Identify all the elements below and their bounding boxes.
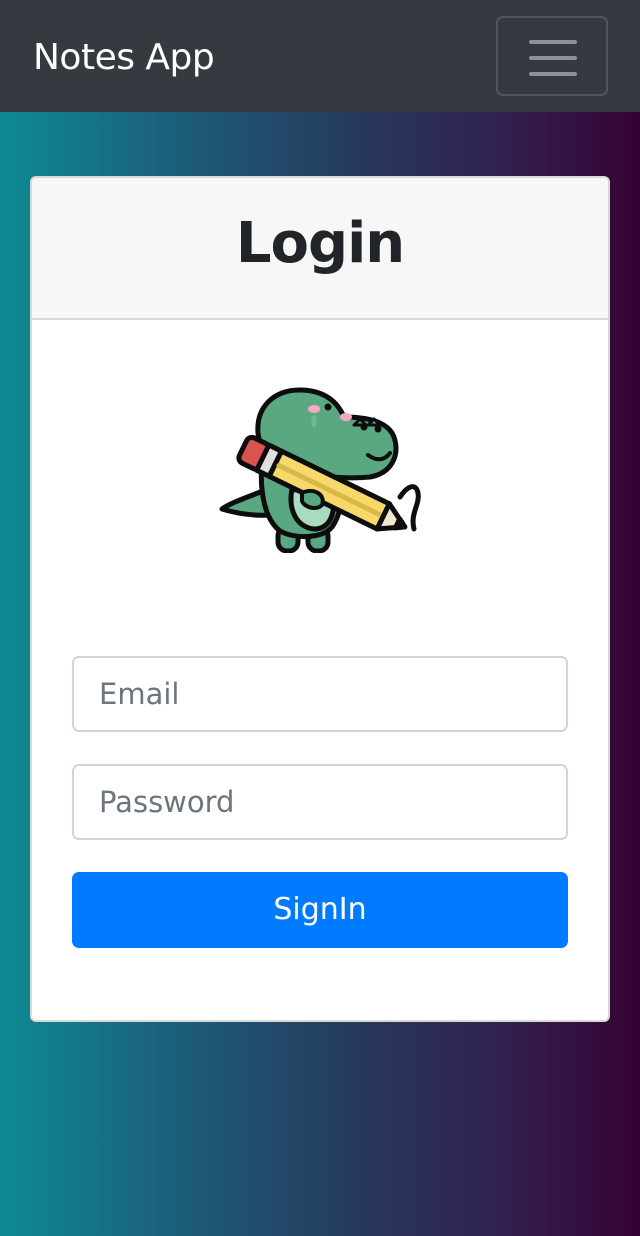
page-title: Login xyxy=(235,211,405,276)
password-field[interactable] xyxy=(72,764,568,840)
signin-button[interactable]: SignIn xyxy=(72,872,568,948)
hamburger-menu-icon xyxy=(529,40,577,76)
card-header: Login xyxy=(32,178,608,320)
navbar-toggle-button[interactable] xyxy=(496,16,608,96)
login-card: Login Email SignIn xyxy=(30,176,610,1022)
dinosaur-pencil-illustration xyxy=(219,387,421,553)
brand-link[interactable]: Notes App xyxy=(33,33,215,83)
email-field[interactable] xyxy=(72,656,568,732)
navbar: Notes App xyxy=(0,0,640,112)
